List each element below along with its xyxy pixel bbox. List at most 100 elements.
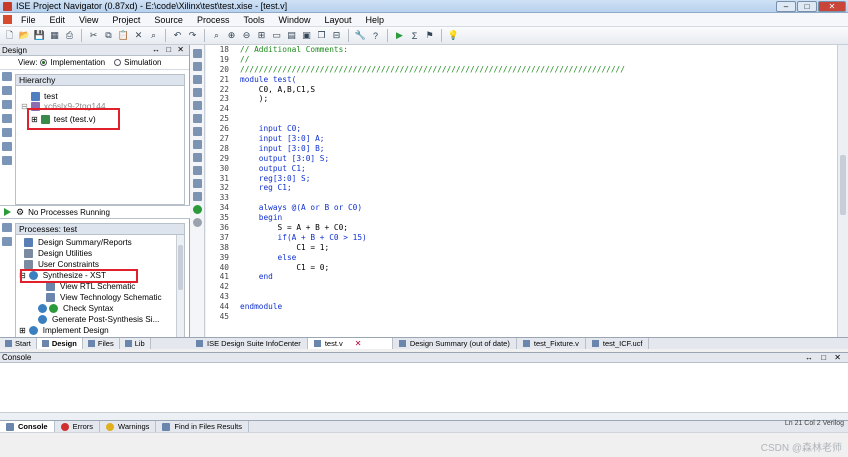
go-icon[interactable] xyxy=(192,205,202,214)
find-icon[interactable]: ⌕ xyxy=(147,29,160,42)
paste-icon[interactable]: 📋 xyxy=(117,29,130,42)
zoom-out-icon[interactable]: ⊖ xyxy=(240,29,253,42)
process-design-summary[interactable]: Design Summary/Reports xyxy=(24,237,132,248)
menu-layout[interactable]: Layout xyxy=(317,15,358,25)
editor-tool-icon[interactable] xyxy=(192,140,202,149)
process-implement-design[interactable]: ⊞ Implement Design xyxy=(19,325,109,336)
design-props-icon[interactable] xyxy=(2,142,12,151)
menu-tools[interactable]: Tools xyxy=(236,15,271,25)
process-view-tech-schematic[interactable]: View Technology Schematic xyxy=(46,292,162,303)
tab-libraries[interactable]: Lib xyxy=(119,338,151,349)
minimize-button[interactable]: – xyxy=(776,1,796,12)
tab-errors[interactable]: Errors xyxy=(55,421,101,432)
processes-scrollbar[interactable] xyxy=(176,235,184,337)
editor-tool-icon[interactable] xyxy=(192,192,202,201)
layout-icon[interactable]: ▣ xyxy=(300,29,313,42)
hierarchy-view: Hierarchy test ⊟ xc6slx9-2tqg144 ⊞ test … xyxy=(15,74,185,205)
process-check-syntax[interactable]: Check Syntax xyxy=(38,303,114,314)
tab-infocenter[interactable]: ISE Design Suite InfoCenter xyxy=(190,338,308,349)
editor-tool-icon[interactable] xyxy=(192,101,202,110)
scroll-thumb[interactable] xyxy=(840,155,846,215)
copy-icon[interactable]: ⧉ xyxy=(102,29,115,42)
hierarchy-header: Hierarchy xyxy=(16,75,184,86)
menu-help[interactable]: Help xyxy=(359,15,392,25)
cut-icon[interactable]: ✂ xyxy=(87,29,100,42)
menu-project[interactable]: Project xyxy=(105,15,147,25)
menu-view[interactable]: View xyxy=(72,15,105,25)
stop-icon[interactable] xyxy=(192,218,202,227)
editor-tool-icon[interactable] xyxy=(192,166,202,175)
tab-test-ucf[interactable]: test_ICF.ucf xyxy=(586,338,650,349)
menu-file[interactable]: File xyxy=(14,15,43,25)
zoom-icon[interactable]: ⌕ xyxy=(210,29,223,42)
implementation-radio[interactable] xyxy=(40,59,48,66)
tab-test-fixture[interactable]: test_Fixture.v xyxy=(517,338,586,349)
probe-icon[interactable]: ⚑ xyxy=(423,29,436,42)
restore-layout-icon[interactable]: ⊟ xyxy=(330,29,343,42)
window-icon[interactable]: ▭ xyxy=(270,29,283,42)
save-icon[interactable]: 💾 xyxy=(33,29,46,42)
code-editor[interactable]: // Additional Comments://///////////////… xyxy=(232,45,837,337)
editor-tool-icon[interactable] xyxy=(192,114,202,123)
close-tab-icon[interactable]: ✕ xyxy=(355,339,362,348)
save-all-icon[interactable]: ▦ xyxy=(48,29,61,42)
wrench-icon[interactable]: 🔧 xyxy=(354,29,367,42)
schematic-icon[interactable] xyxy=(2,156,12,165)
tab-test-v[interactable]: test.v ✕ xyxy=(307,338,393,349)
fit-icon[interactable]: ⊞ xyxy=(255,29,268,42)
editor-tool-icon[interactable] xyxy=(192,153,202,162)
menu-process[interactable]: Process xyxy=(190,15,237,25)
console-controls[interactable]: ↔ □ ✕ xyxy=(805,353,844,362)
close-button[interactable]: ✕ xyxy=(818,1,846,12)
console-output[interactable] xyxy=(0,363,848,420)
tab-design[interactable]: Design xyxy=(36,338,83,349)
new-file-icon[interactable]: 🗋 xyxy=(3,29,16,42)
process-post-synthesis[interactable]: Generate Post-Synthesis Si... xyxy=(38,314,159,325)
tab-warnings[interactable]: Warnings xyxy=(100,421,157,432)
design-panel-controls[interactable]: ↔ □ ✕ xyxy=(152,45,186,54)
tab-design-summary[interactable]: Design Summary (out of date) xyxy=(393,338,517,349)
redo-icon[interactable]: ↷ xyxy=(186,29,199,42)
tab-files[interactable]: Files xyxy=(82,338,120,349)
remove-source-icon[interactable] xyxy=(2,100,12,109)
processes-view: Processes: test Design Summary/Reports D… xyxy=(15,223,185,338)
editor-scrollbar[interactable] xyxy=(837,45,848,337)
properties-icon[interactable] xyxy=(2,114,12,123)
process-design-utilities[interactable]: Design Utilities xyxy=(24,248,92,259)
process-run-icon[interactable] xyxy=(2,237,12,246)
menu-source[interactable]: Source xyxy=(147,15,190,25)
tab-label: test_ICF.ucf xyxy=(602,339,643,348)
tab-console[interactable]: Console xyxy=(0,421,55,432)
menu-edit[interactable]: Edit xyxy=(43,15,73,25)
help-key-icon[interactable]: ? xyxy=(369,29,382,42)
view-icon[interactable] xyxy=(2,128,12,137)
window-split-icon[interactable]: ▤ xyxy=(285,29,298,42)
editor-tool-icon[interactable] xyxy=(192,49,202,58)
editor-tool-icon[interactable] xyxy=(192,88,202,97)
editor-tool-icon[interactable] xyxy=(192,127,202,136)
expand-icon[interactable]: ⊞ xyxy=(19,326,26,335)
lightbulb-icon[interactable]: 💡 xyxy=(447,29,460,42)
menu-window[interactable]: Window xyxy=(271,15,317,25)
delete-icon[interactable]: ✕ xyxy=(132,29,145,42)
tab-start[interactable]: Start xyxy=(0,338,37,349)
editor-tool-icon[interactable] xyxy=(192,75,202,84)
add-source-icon[interactable] xyxy=(2,72,12,81)
run-process-icon[interactable] xyxy=(4,208,11,216)
maximize-button[interactable]: □ xyxy=(797,1,817,12)
run-icon[interactable]: ▶ xyxy=(393,29,406,42)
editor-tool-icon[interactable] xyxy=(192,62,202,71)
simulation-radio[interactable] xyxy=(114,59,122,66)
sigma-icon[interactable]: Σ xyxy=(408,29,421,42)
process-props-icon[interactable] xyxy=(2,223,12,232)
add-copy-icon[interactable] xyxy=(2,86,12,95)
open-file-icon[interactable]: 📂 xyxy=(18,29,31,42)
tab-find-results[interactable]: Find in Files Results xyxy=(156,421,249,432)
undo-icon[interactable]: ↶ xyxy=(171,29,184,42)
zoom-in-icon[interactable]: ⊕ xyxy=(225,29,238,42)
cascade-icon[interactable]: ❐ xyxy=(315,29,328,42)
print-icon[interactable]: ⎙ xyxy=(63,29,76,42)
editor-tool-icon[interactable] xyxy=(192,179,202,188)
scroll-thumb[interactable] xyxy=(178,245,183,290)
console-scrollbar[interactable] xyxy=(0,412,848,420)
